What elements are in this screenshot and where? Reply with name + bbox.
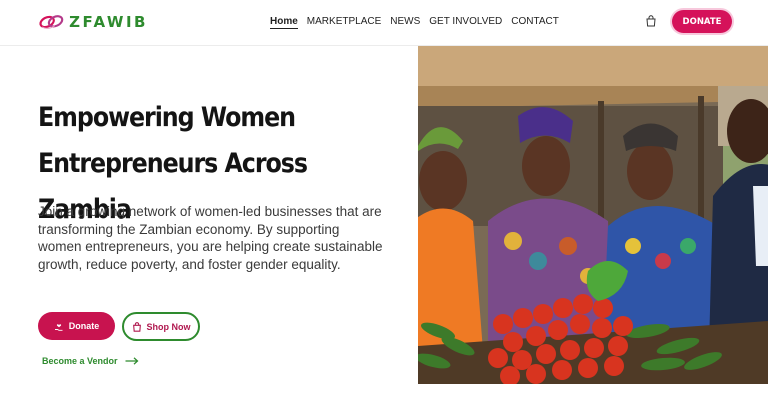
nav-news[interactable]: NEWS (390, 15, 420, 29)
logo[interactable]: ZFAWIB (38, 9, 148, 35)
nav-get-involved[interactable]: GET INVOLVED (429, 15, 502, 29)
shopping-bag-icon (132, 321, 141, 332)
site-header: ZFAWIB Home MARKETPLACE NEWS GET INVOLVE… (0, 0, 768, 46)
hero-donate-button[interactable]: Donate (38, 312, 115, 340)
hero-donate-label: Donate (68, 321, 100, 331)
hero-title-line-1: Empowering Women (38, 102, 296, 133)
arrow-right-icon (125, 357, 138, 365)
shop-now-label: Shop Now (146, 321, 191, 332)
header-donate-button[interactable]: DONATE (672, 10, 732, 33)
linked-rings-logo-icon (39, 15, 64, 29)
hero-description: Join a growing network of women-led busi… (38, 204, 383, 272)
nav-home[interactable]: Home (270, 15, 298, 29)
brand-name: ZFAWIB (69, 13, 148, 31)
hand-heart-icon (54, 324, 63, 331)
nav-contact[interactable]: CONTACT (511, 15, 559, 29)
main-nav: Home MARKETPLACE NEWS GET INVOLVED CONTA… (270, 15, 568, 29)
shopping-bag-icon[interactable] (645, 15, 657, 27)
become-vendor-label: Become a Vendor (42, 356, 118, 366)
become-vendor-link[interactable]: Become a Vendor (42, 356, 139, 366)
hero-market-image (418, 46, 768, 384)
shop-now-button[interactable]: Shop Now (122, 312, 200, 341)
nav-marketplace[interactable]: MARKETPLACE (307, 15, 381, 29)
